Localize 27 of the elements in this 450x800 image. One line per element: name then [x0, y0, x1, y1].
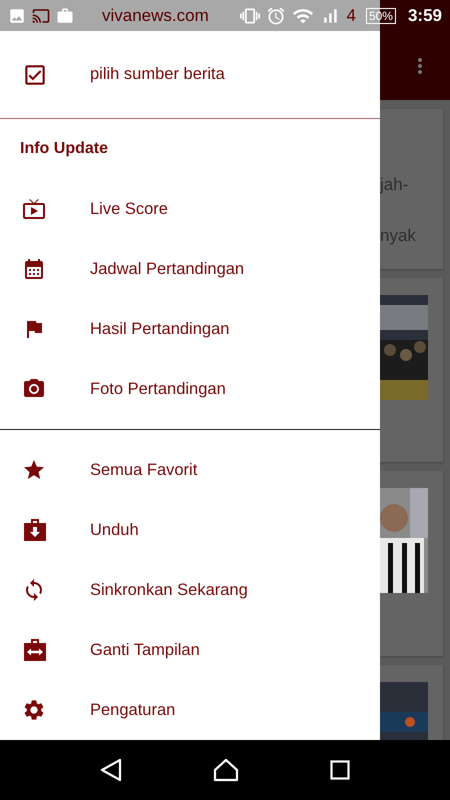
app-title: vivanews.com: [102, 6, 210, 26]
briefcase-arrows-icon: [22, 638, 48, 662]
menu-item[interactable]: Sinkronkan Sekarang: [0, 560, 380, 620]
menu-item[interactable]: Ganti Tampilan: [0, 620, 380, 680]
menu-item[interactable]: pilih sumber berita: [0, 44, 225, 104]
menu-item[interactable]: Live Score: [0, 179, 380, 239]
section-title: Info Update: [20, 140, 108, 158]
briefcase-icon: [56, 6, 74, 24]
vibrate-icon: [240, 6, 260, 26]
recents-icon[interactable]: [330, 760, 350, 780]
image-icon: [8, 6, 26, 24]
briefcase-download-icon: [22, 518, 48, 542]
back-icon[interactable]: [100, 758, 122, 782]
menu-item[interactable]: Foto Pertandingan: [0, 359, 380, 419]
menu-item[interactable]: Pengaturan: [0, 680, 380, 740]
menu-item[interactable]: Unduh: [0, 500, 380, 560]
menu-item[interactable]: Hasil Pertandingan: [0, 299, 380, 359]
cast-icon: [32, 6, 50, 24]
clock: 3:59: [408, 6, 442, 26]
gear-icon: [22, 698, 46, 722]
menu-item[interactable]: Semua Favorit: [0, 440, 380, 500]
tv-icon: [22, 197, 46, 221]
menu-item[interactable]: Jadwal Pertandingan: [0, 239, 380, 299]
network-label: 4: [346, 6, 356, 26]
alarm-icon: [266, 6, 286, 26]
calendar-icon: [22, 257, 46, 281]
home-icon[interactable]: [212, 758, 239, 782]
